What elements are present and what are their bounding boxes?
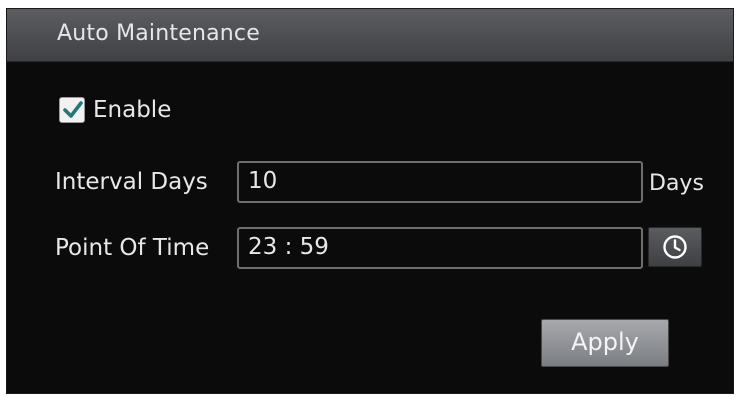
time-picker-button[interactable] <box>648 227 702 267</box>
panel-header: Auto Maintenance <box>7 9 733 62</box>
interval-days-input[interactable]: 10 <box>237 161 643 203</box>
enable-row: Enable <box>59 93 171 127</box>
auto-maintenance-panel: Auto Maintenance Enable Interval Days 10… <box>6 8 734 394</box>
enable-checkbox[interactable] <box>59 97 85 123</box>
point-of-time-input[interactable]: 23 : 59 <box>237 227 643 269</box>
interval-days-label: Interval Days <box>55 169 208 195</box>
enable-label: Enable <box>93 97 172 123</box>
days-unit-label: Days <box>649 171 704 196</box>
checkmark-icon <box>63 101 83 118</box>
apply-button[interactable]: Apply <box>541 319 669 367</box>
clock-icon <box>663 235 687 259</box>
point-of-time-label: Point Of Time <box>55 235 210 261</box>
panel-title: Auto Maintenance <box>57 21 260 46</box>
